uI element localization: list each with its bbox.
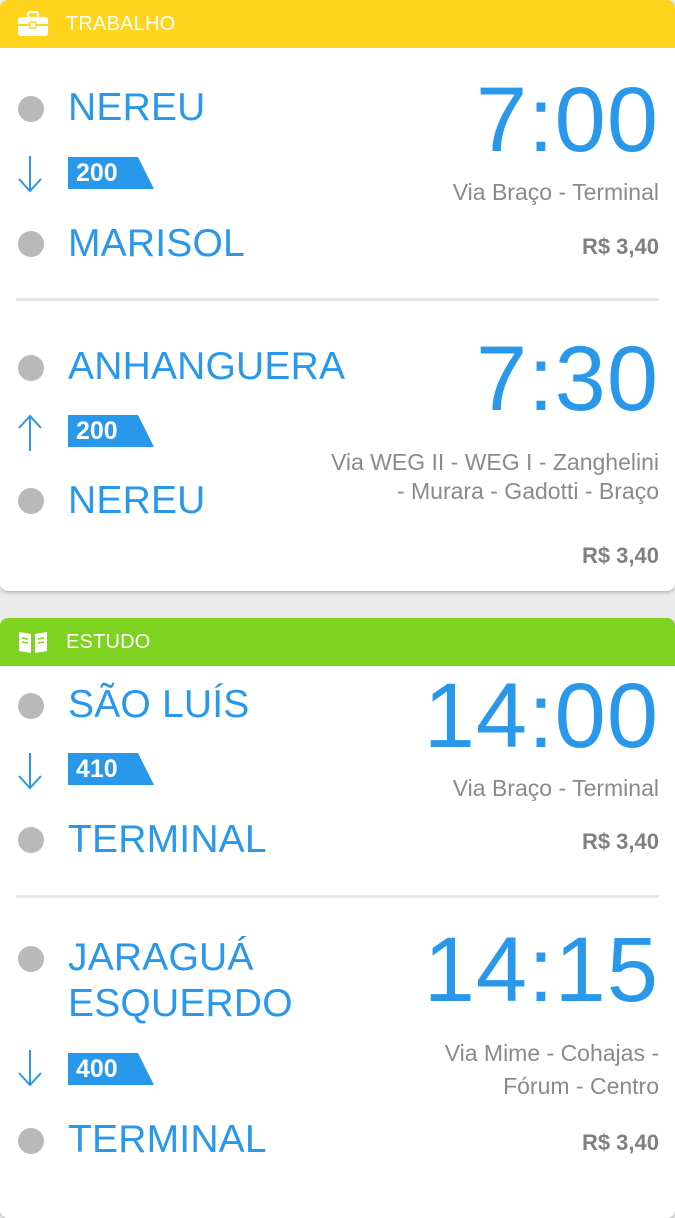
fare-price: R$ 3,40 [581,829,659,854]
route-via: Via Braço - Terminal [452,179,659,205]
destination-stop: NEREU [68,479,206,522]
destination-stop-dot [18,231,44,257]
origin-stop: NEREU [68,86,206,129]
destination-stop: MARISOL [68,222,245,265]
fare-price: R$ 3,40 [581,543,659,568]
destination-stop-dot [18,1128,44,1154]
up-arrow-icon [18,414,42,451]
fare-price: R$ 3,40 [581,1130,659,1155]
origin-stop: ANHANGUERA [68,345,346,388]
route-via-line-1: Via Mime - Cohajas - [444,1040,659,1066]
destination-stop-dot [18,488,44,514]
route-via-line-2: Fórum - Centro [503,1073,659,1099]
route-via: Via Braço - Terminal [452,775,659,801]
departure-time: 14:00 [423,665,659,767]
origin-stop-dot [18,693,44,719]
line-number-badge: 200 [68,415,154,447]
origin-stop-dot [18,355,44,381]
origin-stop: SÃO LUÍS [68,683,250,726]
line-number-badge: 400 [68,1053,154,1085]
section-title: ESTUDO [66,630,151,653]
departure-time: 7:00 [475,69,659,171]
down-arrow-icon [18,753,42,790]
down-arrow-icon [18,1050,42,1087]
open-book-icon [19,632,47,653]
section-estudo: ESTUDO SÃO LUÍS 410 TERMINAL 14:00 Via B… [0,618,675,1218]
section-trabalho: TRABALHO NEREU 200 MARISOL 7:00 Via Braç… [0,0,675,591]
origin-stop-line-2: ESQUERDO [68,982,293,1025]
destination-stop-dot [18,827,44,853]
briefcase-icon [18,11,48,36]
section-title: TRABALHO [66,12,176,35]
departure-time: 7:30 [475,328,659,430]
trip-card[interactable]: ANHANGUERA 200 NEREU 7:30 Via WEG II - W… [0,301,675,591]
line-number-badge: 410 [68,753,154,785]
fare-price: R$ 3,40 [581,234,659,259]
section-header-trabalho[interactable]: TRABALHO [0,0,675,48]
line-number-badge: 200 [68,157,154,189]
route-via-line-1: Via WEG II - WEG I - Zanghelini [330,449,659,475]
destination-stop: TERMINAL [68,818,267,861]
trip-card[interactable]: JARAGUÁ ESQUERDO 400 TERMINAL 14:15 Via … [0,898,675,1203]
origin-stop-line-1: JARAGUÁ [68,936,254,979]
route-via-line-2: - Murara - Gadotti - Braço [396,478,659,504]
origin-stop-dot [18,946,44,972]
departure-time: 14:15 [423,919,659,1021]
destination-stop: TERMINAL [68,1118,267,1161]
origin-stop-dot [18,96,44,122]
section-header-estudo[interactable]: ESTUDO [0,618,675,666]
down-arrow-icon [18,156,42,193]
trip-card[interactable]: NEREU 200 MARISOL 7:00 Via Braço - Termi… [0,48,675,300]
trip-card[interactable]: SÃO LUÍS 410 TERMINAL 14:00 Via Braço - … [0,666,675,896]
